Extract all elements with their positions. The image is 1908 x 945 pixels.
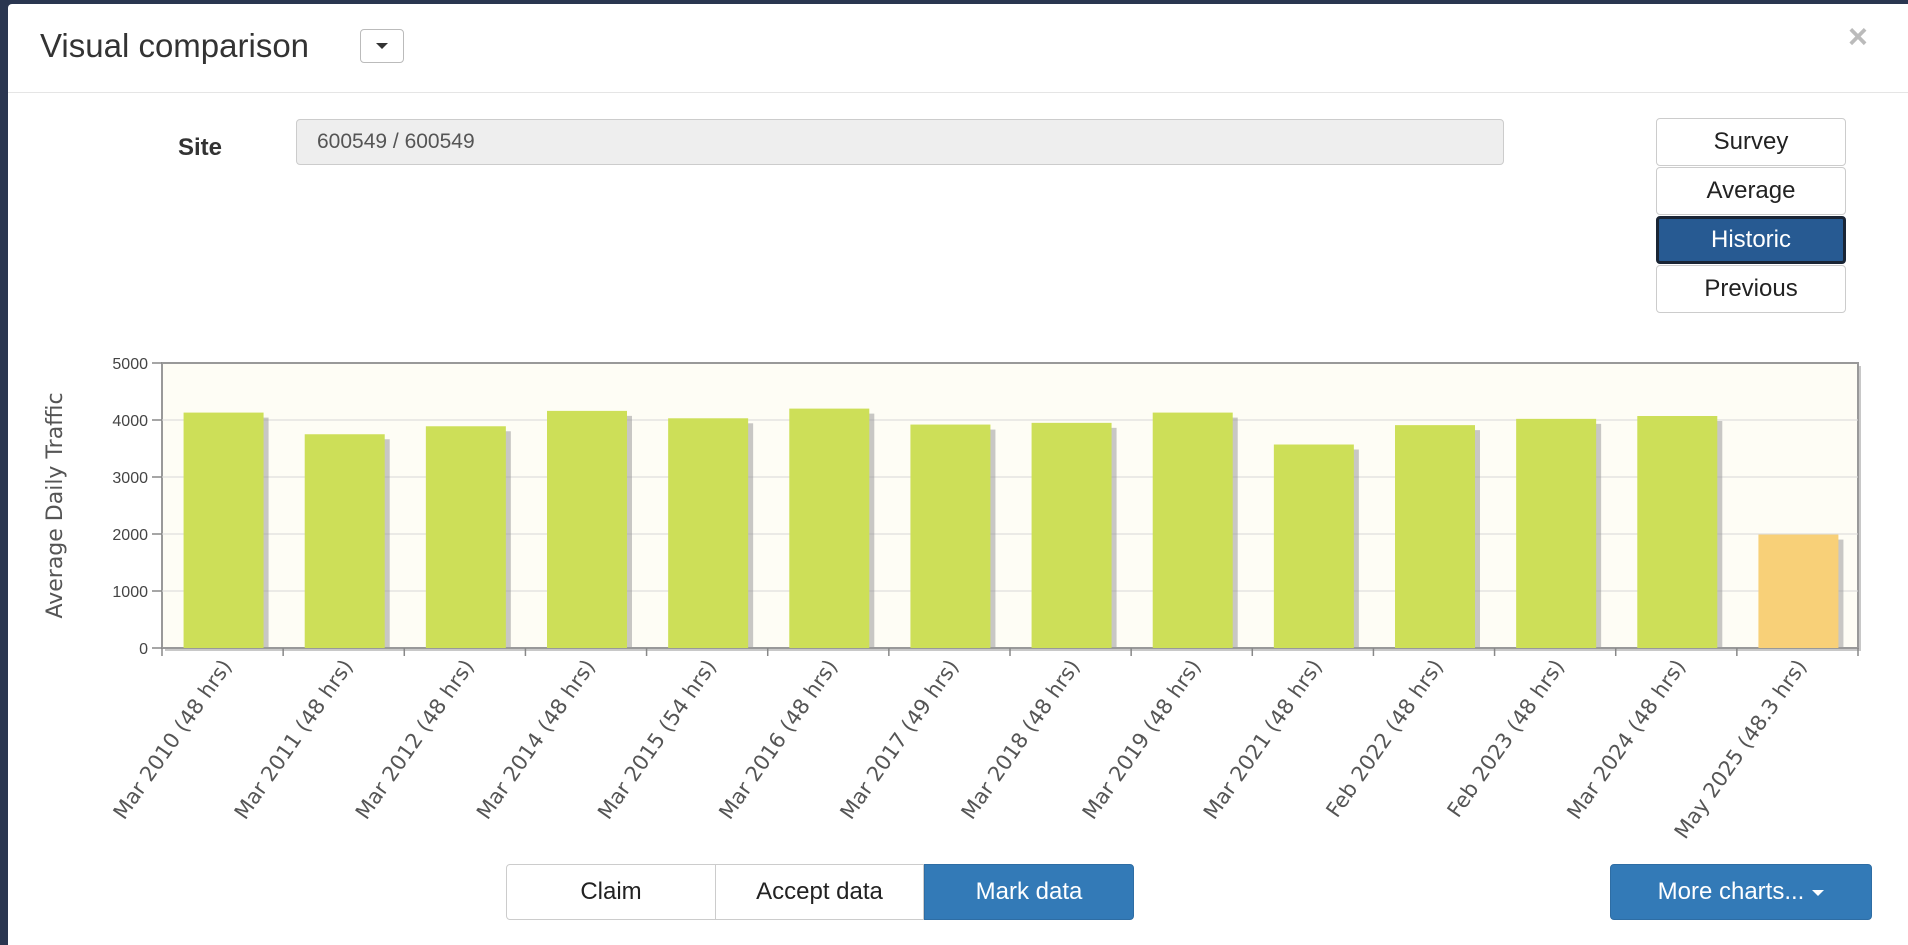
x-tick-label: Mar 2024 (48 hrs) (1562, 655, 1690, 824)
bar (1031, 422, 1112, 648)
bar (910, 424, 991, 648)
bar (789, 408, 870, 648)
y-tick-label: 4000 (112, 413, 148, 430)
x-tick-label: May 2025 (48.3 hrs) (1670, 655, 1812, 843)
action-button-group: Claim Accept data Mark data (506, 864, 1134, 920)
bar (668, 418, 749, 648)
bar (1395, 425, 1475, 648)
bar (1152, 412, 1233, 648)
bar (547, 410, 627, 648)
y-tick-label: 3000 (112, 470, 148, 487)
mark-data-button[interactable]: Mark data (924, 864, 1134, 920)
bar (1758, 534, 1839, 648)
claim-button[interactable]: Claim (506, 864, 716, 920)
traffic-bar-chart: 0 1000 2000 3000 4000 5000 Average Daily Traff… (43, 356, 1861, 843)
x-tick-label: Mar 2017 (49 hrs) (835, 655, 963, 824)
x-tick-label: Feb 2023 (48 hrs) (1443, 655, 1570, 822)
bar (1637, 416, 1718, 648)
bar (183, 412, 264, 648)
bar (1273, 444, 1354, 648)
caret-down-icon (1812, 889, 1825, 896)
x-tick-label: Mar 2010 (48 hrs) (109, 655, 237, 824)
y-tick-label: 2000 (112, 527, 148, 544)
bar (1516, 418, 1597, 648)
y-tick-label: 1000 (112, 584, 148, 601)
x-tick-label: Mar 2011 (48 hrs) (230, 655, 358, 824)
y-tick-label: 5000 (112, 356, 148, 373)
x-tick-label: Mar 2015 (54 hrs) (593, 655, 721, 824)
more-charts-button[interactable]: More charts... (1610, 864, 1872, 920)
x-tick-label: Mar 2012 (48 hrs) (351, 655, 479, 824)
bar (425, 426, 506, 648)
bar (304, 434, 385, 648)
y-axis-label: Average Daily Traffic (43, 392, 68, 618)
y-tick-label: 0 (139, 641, 148, 658)
x-tick-label: Mar 2021 (48 hrs) (1199, 655, 1327, 824)
x-tick-label: Mar 2016 (48 hrs) (714, 655, 842, 824)
x-tick-label: Mar 2014 (48 hrs) (472, 655, 600, 824)
plot-area (161, 362, 1859, 649)
x-tick-label: Feb 2022 (48 hrs) (1321, 655, 1448, 822)
accept-data-button[interactable]: Accept data (716, 864, 924, 920)
x-tick-label: Mar 2018 (48 hrs) (957, 655, 1085, 824)
more-charts-label: More charts... (1657, 878, 1805, 905)
x-tick-label: Mar 2019 (48 hrs) (1078, 655, 1206, 824)
